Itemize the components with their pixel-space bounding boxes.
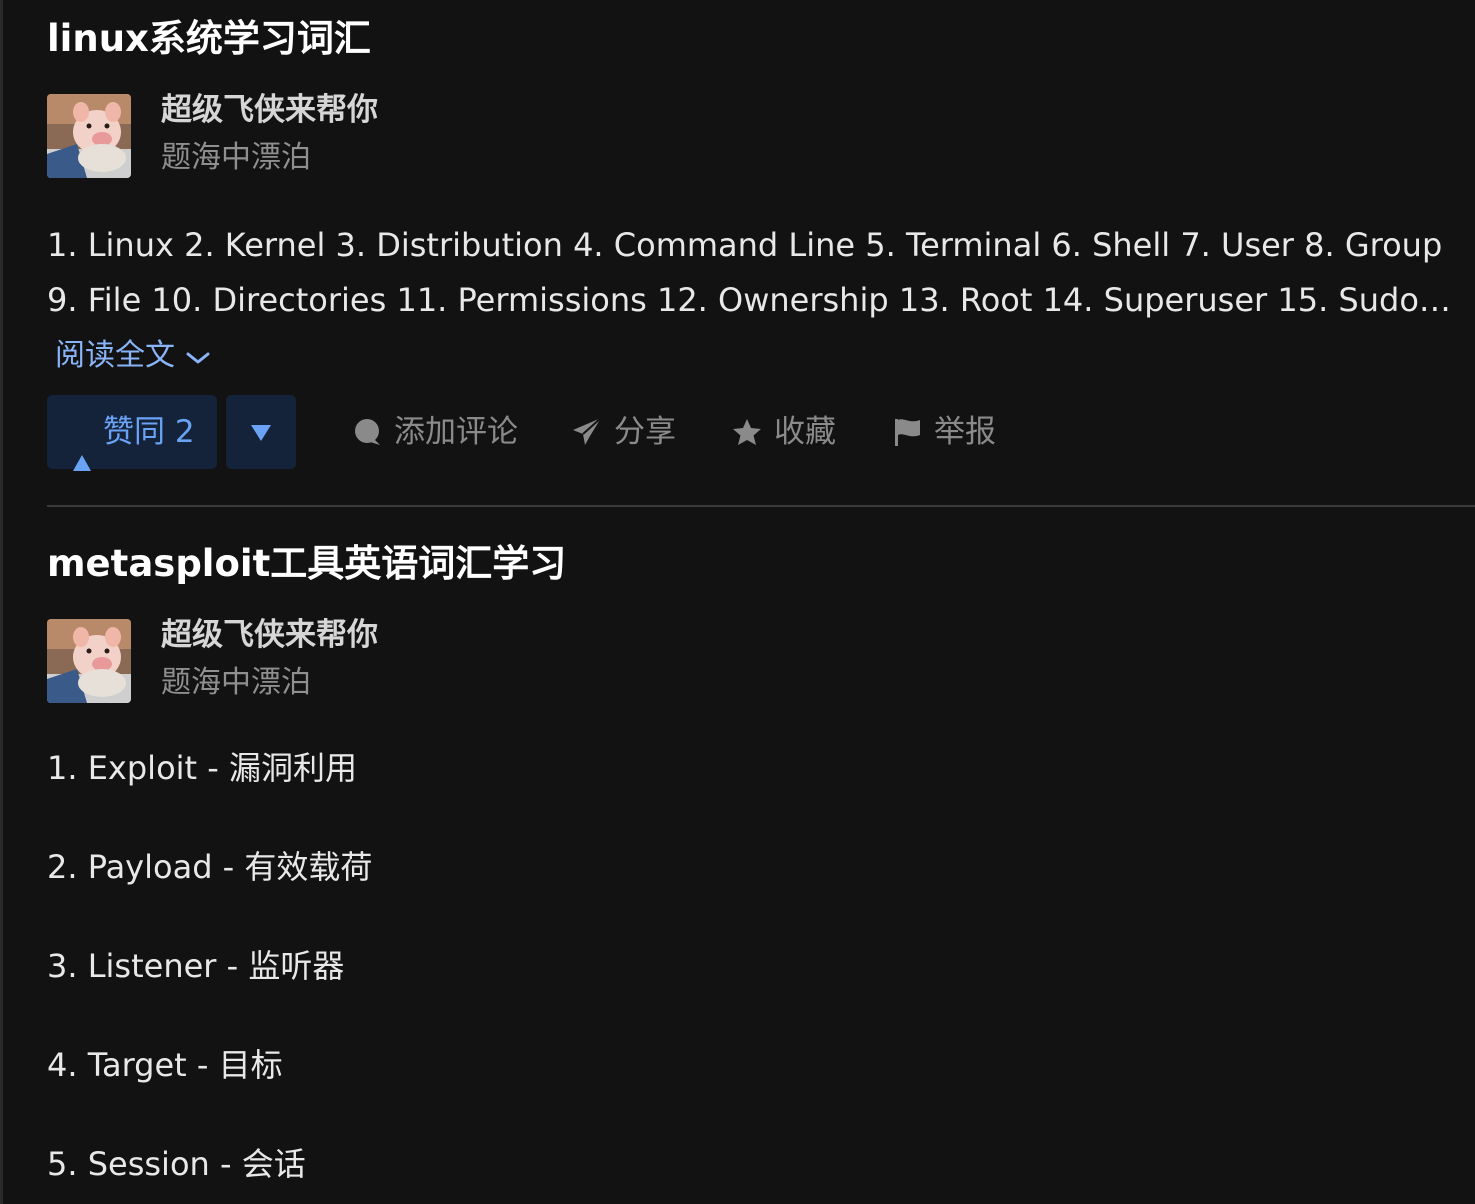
avatar[interactable]: [47, 94, 131, 178]
author-name[interactable]: 超级飞侠来帮你: [161, 615, 378, 655]
list-item: 4. Target - 目标: [47, 1046, 283, 1084]
list-item: 2. Payload - 有效载荷: [47, 848, 373, 886]
upvote-label: 赞同 2: [103, 414, 195, 450]
post-title[interactable]: metasploit工具英语词汇学习: [47, 542, 566, 586]
author-bio: 题海中漂泊: [161, 665, 311, 700]
downvote-button[interactable]: [226, 395, 296, 469]
list-item: 1. Exploit - 漏洞利用: [47, 749, 357, 787]
comment-button[interactable]: 添加评论: [352, 395, 522, 469]
read-more-link[interactable]: 阅读全文: [55, 335, 211, 378]
list-item: 5. Session - 会话: [47, 1145, 306, 1183]
favorite-button[interactable]: 收藏: [732, 395, 842, 469]
avatar[interactable]: [47, 619, 131, 703]
chevron-down-icon: [185, 336, 211, 378]
favorite-label: 收藏: [774, 414, 836, 450]
report-button[interactable]: 举报: [892, 395, 1002, 469]
triangle-down-icon: [251, 425, 271, 445]
author-info: 超级飞侠来帮你 题海中漂泊: [47, 617, 547, 703]
post-excerpt[interactable]: 1. Linux 2. Kernel 3. Distribution 4. Co…: [47, 218, 1457, 328]
window-edge: [0, 0, 3, 1204]
share-button[interactable]: 分享: [572, 395, 682, 469]
action-bar: 赞同 2 添加评论 分享 收藏 举报: [47, 395, 1147, 471]
list-item: 3. Listener - 监听器: [47, 947, 345, 985]
divider: [47, 505, 1475, 507]
author-bio: 题海中漂泊: [161, 140, 311, 175]
triangle-up-icon: [73, 424, 91, 498]
comment-label: 添加评论: [394, 414, 518, 450]
post-title[interactable]: linux系统学习词汇: [47, 17, 371, 61]
share-label: 分享: [614, 414, 676, 450]
author-name[interactable]: 超级飞侠来帮你: [161, 90, 378, 130]
author-info: 超级飞侠来帮你 题海中漂泊: [47, 92, 547, 178]
read-more-label: 阅读全文: [55, 338, 175, 373]
report-label: 举报: [934, 414, 996, 450]
upvote-button[interactable]: 赞同 2: [47, 395, 217, 471]
